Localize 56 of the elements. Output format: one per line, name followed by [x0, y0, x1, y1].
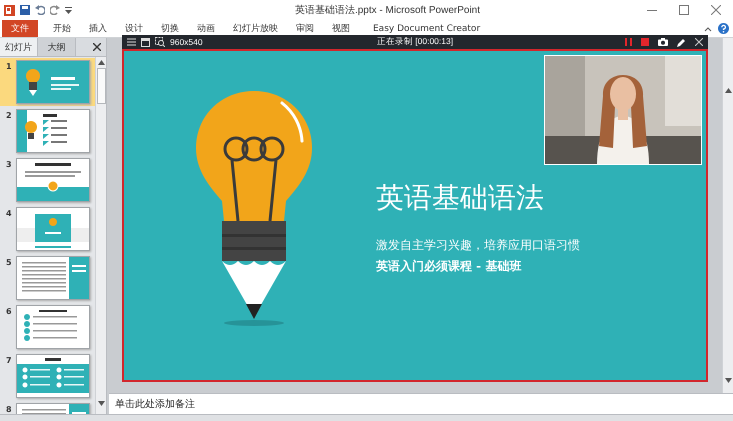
window-title: 英语基础语法.pptx - Microsoft PowerPoint	[294, 4, 482, 17]
file-tab[interactable]: 文件	[2, 20, 38, 37]
ribbon-tab[interactable]: 动画	[188, 20, 224, 37]
panel-tab[interactable]: 幻灯片	[0, 38, 38, 56]
slide-number: 8	[6, 405, 12, 414]
slide-number: 2	[6, 111, 12, 120]
selected-slide-highlight[interactable]: 1	[0, 58, 95, 106]
recording-resolution: 960x540	[170, 37, 203, 47]
scrollbar-thumb[interactable]	[96, 68, 106, 104]
ribbon-tab[interactable]: 审阅	[287, 20, 323, 37]
close-icon[interactable]	[711, 5, 721, 15]
notes-prompt: 单击此处添加备注	[115, 398, 195, 411]
scroll-up-icon[interactable]	[724, 88, 732, 93]
slide-tagline: 英语入门必须课程 - 基础班	[376, 258, 522, 275]
ribbon-tab[interactable]: 开始	[44, 20, 80, 37]
slide-thumbnail[interactable]	[16, 158, 90, 202]
slide-thumbnail[interactable]	[16, 207, 90, 251]
notes-field[interactable]: 单击此处添加备注	[109, 393, 733, 414]
menu-icon[interactable]	[127, 38, 136, 46]
redo-icon[interactable]	[50, 5, 60, 15]
slide-thumbnail[interactable]	[16, 354, 90, 398]
ribbon-tab[interactable]: Easy Document Creator	[359, 20, 490, 37]
scroll-down-icon[interactable]	[724, 378, 732, 383]
slide-subtitle: 激发自主学习兴趣，培养应用口语习惯	[376, 237, 580, 254]
slide-number: 6	[6, 307, 12, 316]
scroll-down-icon[interactable]	[98, 401, 104, 406]
slide-thumbnail[interactable]	[16, 109, 90, 153]
ribbon-tab[interactable]: 插入	[80, 20, 116, 37]
undo-icon[interactable]	[35, 5, 45, 15]
panel-tab[interactable]: 大纲	[38, 38, 76, 56]
save-icon[interactable]	[20, 5, 30, 15]
help-icon[interactable]	[718, 23, 729, 34]
recording-status: 正在录制 [00:00:13]	[376, 36, 454, 46]
app-icon	[4, 4, 15, 16]
customize-icon[interactable]	[65, 5, 72, 15]
ribbon-tab[interactable]: 视图	[323, 20, 359, 37]
slide-thumbnail[interactable]	[16, 305, 90, 349]
window-icon[interactable]	[141, 38, 150, 46]
slide-number: 7	[6, 356, 12, 365]
slide-thumbnail[interactable]	[16, 60, 90, 104]
region-select-icon[interactable]	[155, 37, 165, 47]
collapse-ribbon-icon[interactable]	[704, 26, 712, 32]
ribbon-tab[interactable]: 设计	[116, 20, 152, 37]
slide-number: 5	[6, 258, 12, 267]
slide-number: 3	[6, 160, 12, 169]
pause-icon[interactable]	[625, 38, 632, 46]
slide-title: 英语基础语法	[376, 180, 545, 216]
slide-thumbnail[interactable]	[16, 256, 90, 300]
ribbon-tab[interactable]: 切换	[152, 20, 188, 37]
maximize-icon[interactable]	[679, 5, 689, 15]
ribbon-tab[interactable]: 幻灯片放映	[224, 20, 287, 37]
camera-icon[interactable]	[658, 38, 668, 46]
slide-number: 4	[6, 209, 12, 218]
close-icon[interactable]	[93, 43, 101, 51]
scroll-up-icon[interactable]	[98, 60, 104, 65]
slide-number: 1	[6, 62, 12, 71]
